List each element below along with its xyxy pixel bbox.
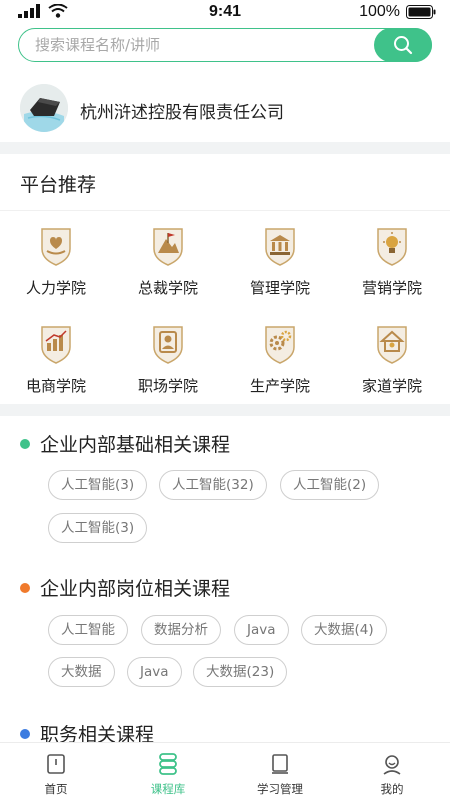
book-home-icon	[47, 754, 65, 774]
academy-grid: 人力学院 总裁学院 管理学院 营销学院 电商学院 职场学院 生产学院 家道学院	[0, 210, 450, 406]
company-row[interactable]: 杭州浒述控股有限责任公司	[0, 78, 450, 140]
category-dot	[20, 582, 30, 593]
academy-workplace[interactable]: 职场学院	[112, 321, 224, 396]
tab-study-manage[interactable]: 学习管理	[224, 751, 336, 797]
course-tag[interactable]: 人工智能(32)	[159, 470, 267, 500]
gears-badge-icon	[265, 326, 295, 364]
course-tag[interactable]: 人工智能(2)	[280, 470, 380, 500]
tab-course-library[interactable]: 课程库	[112, 751, 224, 797]
section-divider	[0, 404, 450, 416]
battery-icon	[406, 5, 436, 19]
battery-percent: 100%	[359, 3, 400, 20]
status-icons-right: 100%	[359, 3, 436, 21]
category-title: 企业内部基础相关课程	[20, 430, 230, 457]
course-library-icon	[159, 753, 177, 775]
house-badge-icon	[377, 326, 407, 364]
course-tag[interactable]: Java	[127, 657, 182, 687]
academy-management[interactable]: 管理学院	[224, 223, 336, 298]
category-title-text: 企业内部基础相关课程	[40, 434, 231, 456]
category-dot	[20, 728, 30, 739]
course-tag[interactable]: 数据分析	[141, 615, 221, 645]
company-avatar	[20, 84, 68, 132]
academy-family[interactable]: 家道学院	[336, 321, 448, 396]
course-tag[interactable]: 人工智能(3)	[48, 470, 148, 500]
search-button[interactable]	[374, 27, 432, 62]
tab-home[interactable]: 首页	[0, 751, 112, 797]
search-bar	[18, 27, 432, 62]
academy-label: 生产学院	[249, 377, 310, 395]
academy-label: 管理学院	[249, 279, 310, 297]
person-card-badge-icon	[153, 326, 183, 364]
lightbulb-badge-icon	[377, 228, 407, 266]
tab-label: 首页	[44, 782, 68, 796]
course-tag[interactable]: 大数据(4)	[301, 615, 387, 645]
course-tag[interactable]: 人工智能	[48, 615, 128, 645]
academy-hr[interactable]: 人力学院	[0, 223, 112, 298]
tab-label: 课程库	[150, 782, 186, 796]
course-tag[interactable]: 人工智能(3)	[48, 513, 148, 543]
bar-chart-badge-icon	[41, 326, 71, 364]
category-title-text: 企业内部岗位相关课程	[40, 578, 231, 600]
company-name: 杭州浒述控股有限责任公司	[80, 103, 284, 123]
hands-heart-badge-icon	[41, 228, 71, 266]
status-bar: 9:41 100%	[0, 0, 450, 26]
category-title: 企业内部岗位相关课程	[20, 574, 230, 601]
section-divider	[0, 142, 450, 154]
bottom-tab-bar: 首页 课程库 学习管理 我的	[0, 742, 450, 800]
academy-ecommerce[interactable]: 电商学院	[0, 321, 112, 396]
company-logo-icon	[20, 84, 68, 132]
academy-label: 家道学院	[361, 377, 422, 395]
tab-label: 我的	[380, 782, 404, 796]
academy-label: 营销学院	[361, 279, 422, 297]
academy-label: 人力学院	[25, 279, 86, 297]
profile-icon	[383, 755, 401, 775]
platform-title: 平台推荐	[20, 174, 97, 196]
search-icon	[394, 35, 413, 54]
course-tag[interactable]: Java	[234, 615, 289, 645]
academy-label: 电商学院	[25, 377, 86, 395]
academy-label: 职场学院	[137, 377, 198, 395]
academy-ceo[interactable]: 总裁学院	[112, 223, 224, 298]
course-tag[interactable]: 大数据(23)	[193, 657, 288, 687]
academy-production[interactable]: 生产学院	[224, 321, 336, 396]
course-tag[interactable]: 大数据	[48, 657, 115, 687]
tab-profile[interactable]: 我的	[336, 751, 448, 797]
category-dot	[20, 438, 30, 449]
academy-label: 总裁学院	[137, 279, 198, 297]
search-input[interactable]	[35, 29, 365, 60]
academy-marketing[interactable]: 营销学院	[336, 223, 448, 298]
study-manage-icon	[272, 754, 288, 774]
tab-label: 学习管理	[257, 782, 303, 796]
mountain-flag-badge-icon	[153, 228, 183, 266]
building-badge-icon	[265, 228, 295, 266]
